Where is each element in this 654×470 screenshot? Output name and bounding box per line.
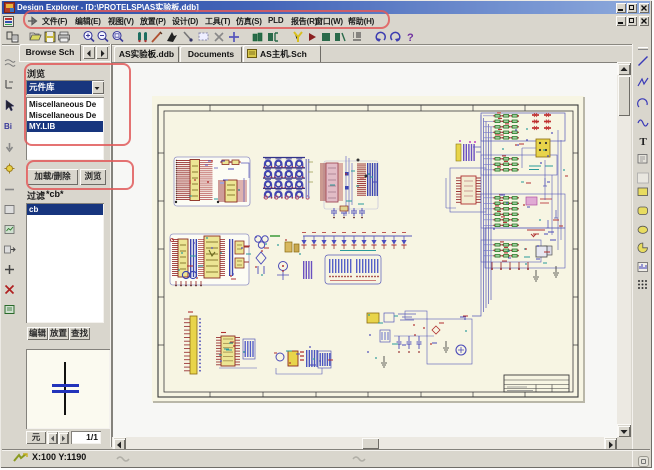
svg-text:?: ? bbox=[407, 32, 414, 44]
svg-text:Bi: Bi bbox=[4, 122, 12, 131]
svg-text:T: T bbox=[640, 136, 648, 148]
